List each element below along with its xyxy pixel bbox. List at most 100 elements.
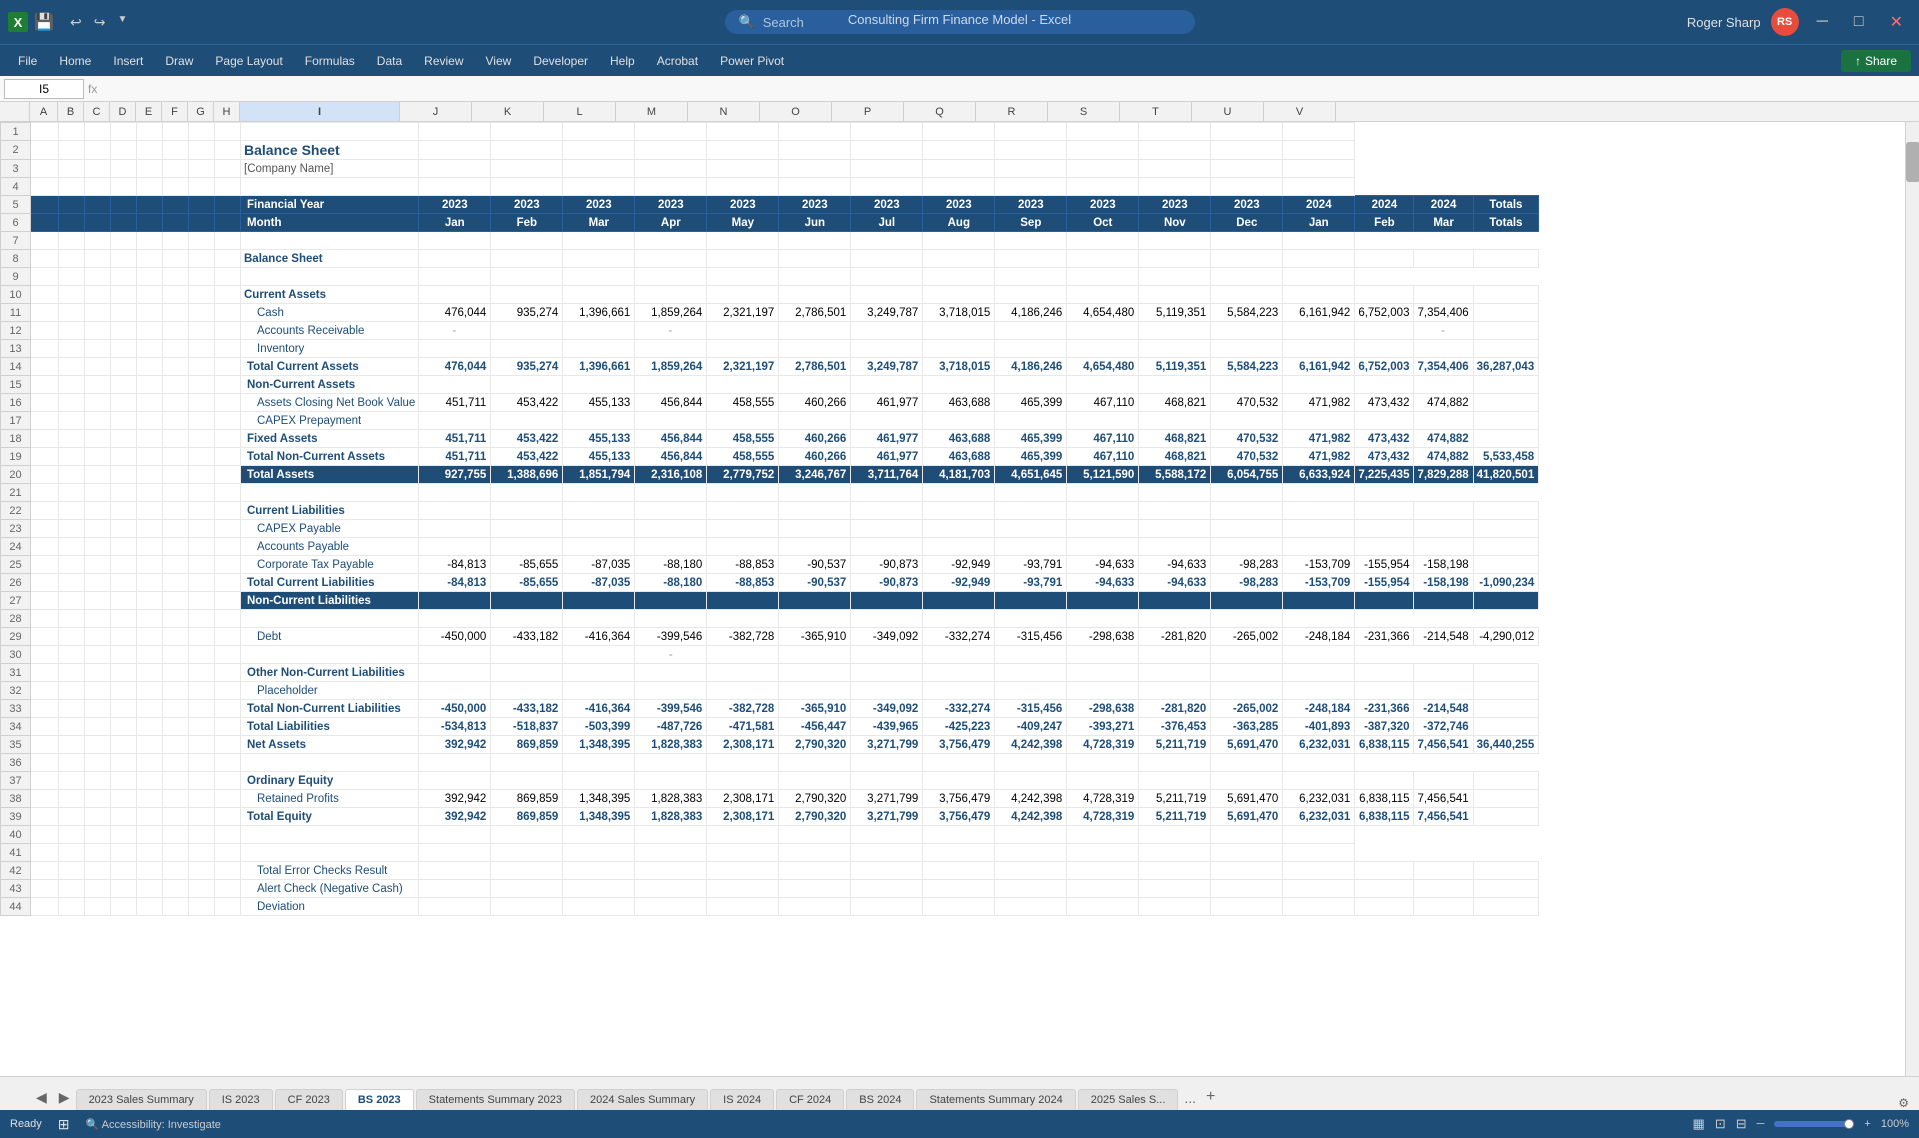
- table-cell[interactable]: [779, 682, 851, 700]
- table-cell[interactable]: [215, 268, 241, 286]
- table-cell[interactable]: [1211, 250, 1283, 268]
- table-cell[interactable]: [779, 880, 851, 898]
- table-cell[interactable]: [111, 448, 137, 466]
- table-cell[interactable]: [31, 844, 59, 862]
- table-cell[interactable]: [563, 862, 635, 880]
- table-cell[interactable]: 2,779,752: [707, 466, 779, 484]
- table-cell[interactable]: [137, 646, 163, 664]
- table-cell[interactable]: [995, 772, 1067, 790]
- table-cell[interactable]: [995, 592, 1067, 610]
- table-cell[interactable]: [137, 304, 163, 322]
- tab-is-2023[interactable]: IS 2023: [209, 1089, 273, 1110]
- table-cell[interactable]: [59, 196, 85, 214]
- table-cell[interactable]: [59, 412, 85, 430]
- table-cell[interactable]: 927,755: [419, 466, 491, 484]
- table-cell[interactable]: [189, 466, 215, 484]
- table-cell[interactable]: [163, 862, 189, 880]
- table-cell[interactable]: [491, 646, 563, 664]
- table-cell[interactable]: [1283, 754, 1355, 772]
- table-cell[interactable]: 3,718,015: [923, 358, 995, 376]
- table-cell[interactable]: [215, 862, 241, 880]
- table-cell[interactable]: [635, 268, 707, 286]
- table-cell[interactable]: -450,000: [419, 700, 491, 718]
- table-cell[interactable]: [1211, 340, 1283, 358]
- col-header-A[interactable]: A: [30, 102, 58, 121]
- table-cell[interactable]: 2,786,501: [779, 358, 851, 376]
- table-cell[interactable]: [1139, 502, 1211, 520]
- table-cell[interactable]: [137, 394, 163, 412]
- table-cell[interactable]: [635, 160, 707, 178]
- table-cell[interactable]: Balance Sheet: [241, 141, 419, 160]
- table-cell[interactable]: [85, 232, 111, 250]
- table-cell[interactable]: [995, 610, 1067, 628]
- table-cell[interactable]: [707, 862, 779, 880]
- table-cell[interactable]: [1067, 412, 1139, 430]
- table-cell[interactable]: [1473, 304, 1539, 322]
- table-cell[interactable]: 5,211,719: [1139, 736, 1211, 754]
- table-cell[interactable]: [923, 646, 995, 664]
- table-cell[interactable]: [31, 268, 59, 286]
- table-cell[interactable]: Month: [241, 214, 419, 232]
- table-cell[interactable]: 1,851,794: [563, 466, 635, 484]
- table-cell[interactable]: 5,119,351: [1139, 304, 1211, 322]
- table-cell[interactable]: [137, 141, 163, 160]
- table-cell[interactable]: [85, 268, 111, 286]
- table-cell[interactable]: Ordinary Equity: [241, 772, 419, 790]
- table-cell[interactable]: [1211, 322, 1283, 340]
- table-cell[interactable]: [85, 682, 111, 700]
- table-cell[interactable]: [1283, 538, 1355, 556]
- table-cell[interactable]: [923, 412, 995, 430]
- table-cell[interactable]: Jun: [779, 214, 851, 232]
- table-cell[interactable]: [163, 736, 189, 754]
- table-cell[interactable]: [1211, 502, 1283, 520]
- table-cell[interactable]: [189, 430, 215, 448]
- table-cell[interactable]: [419, 141, 491, 160]
- table-cell[interactable]: 2,321,197: [707, 358, 779, 376]
- table-cell[interactable]: [31, 808, 59, 826]
- table-cell[interactable]: [491, 898, 563, 916]
- table-cell[interactable]: [31, 430, 59, 448]
- table-cell[interactable]: [85, 123, 111, 141]
- table-cell[interactable]: [59, 520, 85, 538]
- table-cell[interactable]: [189, 826, 215, 844]
- table-cell[interactable]: [419, 844, 491, 862]
- table-cell[interactable]: [779, 844, 851, 862]
- col-header-D[interactable]: D: [110, 102, 136, 121]
- table-cell[interactable]: [779, 232, 851, 250]
- table-cell[interactable]: [707, 520, 779, 538]
- table-cell[interactable]: 2,321,197: [707, 304, 779, 322]
- table-cell[interactable]: [31, 538, 59, 556]
- table-cell[interactable]: [1355, 340, 1414, 358]
- table-cell[interactable]: Total Non-Current Liabilities: [241, 700, 419, 718]
- table-cell[interactable]: [563, 844, 635, 862]
- table-cell[interactable]: [85, 394, 111, 412]
- table-cell[interactable]: [189, 628, 215, 646]
- table-cell[interactable]: [31, 556, 59, 574]
- table-cell[interactable]: [31, 700, 59, 718]
- table-cell[interactable]: [491, 592, 563, 610]
- table-cell[interactable]: [163, 520, 189, 538]
- table-cell[interactable]: 2023: [779, 196, 851, 214]
- table-cell[interactable]: [59, 178, 85, 196]
- table-cell[interactable]: [163, 196, 189, 214]
- table-cell[interactable]: 455,133: [563, 394, 635, 412]
- table-cell[interactable]: 3,249,787: [851, 358, 923, 376]
- sheet-scroll[interactable]: 12Balance Sheet3[Company Name]45Financia…: [0, 122, 1905, 1076]
- table-cell[interactable]: [419, 826, 491, 844]
- table-cell[interactable]: [1211, 664, 1283, 682]
- table-cell[interactable]: [31, 718, 59, 736]
- table-cell[interactable]: -401,893: [1283, 718, 1355, 736]
- table-cell[interactable]: [491, 664, 563, 682]
- table-cell[interactable]: [163, 268, 189, 286]
- table-cell[interactable]: [779, 772, 851, 790]
- table-cell[interactable]: [851, 268, 923, 286]
- table-cell[interactable]: [563, 141, 635, 160]
- table-cell[interactable]: Accounts Payable: [241, 538, 419, 556]
- table-cell[interactable]: [85, 880, 111, 898]
- table-cell[interactable]: [491, 682, 563, 700]
- table-cell[interactable]: [189, 520, 215, 538]
- table-cell[interactable]: [491, 772, 563, 790]
- table-cell[interactable]: [707, 682, 779, 700]
- table-cell[interactable]: 456,844: [635, 448, 707, 466]
- table-cell[interactable]: 4,242,398: [995, 808, 1067, 826]
